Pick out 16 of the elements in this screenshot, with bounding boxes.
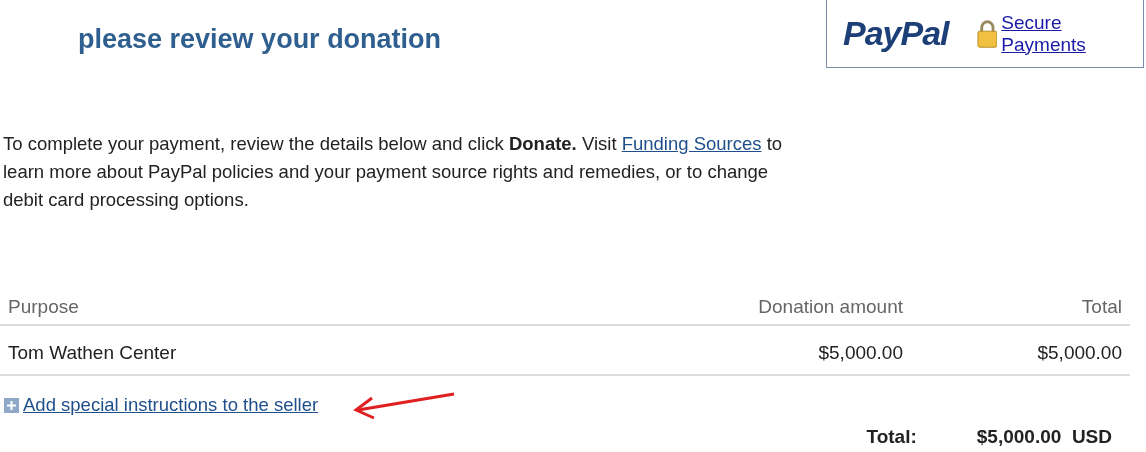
table-cell: $5,000.00 [911, 325, 1130, 375]
table-cell: $5,000.00 [677, 325, 911, 375]
brand-logo: PayPal [843, 14, 949, 53]
plus-icon[interactable] [4, 397, 19, 413]
special-instructions-link[interactable]: Add special instructions to the seller [23, 394, 319, 416]
padlock-icon [976, 18, 998, 49]
table-cell: Tom Wathen Center [0, 325, 678, 375]
column-header: Donation amount [677, 292, 911, 325]
secure-payments-link[interactable]: Secure Payments [1001, 11, 1143, 56]
total-label: Total: [866, 426, 917, 448]
intro-text: To complete your payment, review the details below and click Donate. Visit Funding Sources to learn more about PayPal policies and your payment source rights and remedies, or to change debit card processing options. [3, 132, 784, 212]
funding-sources-link[interactable]: Funding Sources [621, 133, 762, 154]
page-title: please review your donation [78, 24, 442, 55]
column-header: Purpose [0, 292, 678, 325]
column-header: Total [911, 292, 1130, 325]
total-amount: $5,000.00 USD [976, 426, 1112, 448]
